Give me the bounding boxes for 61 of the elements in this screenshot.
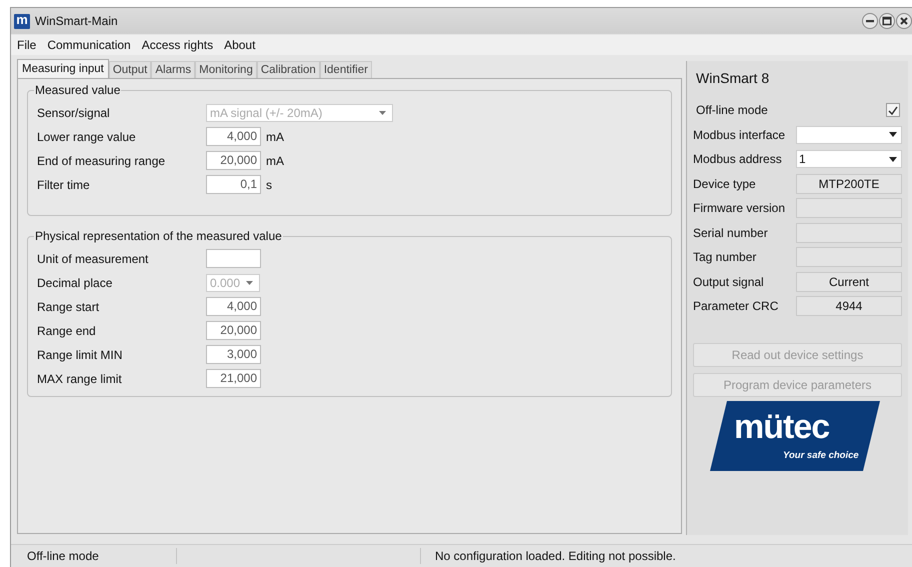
group-title: Measured value — [34, 83, 122, 97]
input-field[interactable] — [206, 249, 261, 268]
field-label: Range end — [37, 324, 97, 338]
tab[interactable]: Output — [108, 61, 152, 78]
field-label: Unit of measurement — [37, 252, 150, 266]
minimize-icon[interactable] — [862, 13, 878, 29]
tab[interactable]: Monitoring — [195, 61, 257, 78]
status-text: No configuration loaded. Editing not possible. — [435, 549, 676, 563]
panel-title: WinSmart 8 — [695, 69, 770, 88]
input-field[interactable]: 4,000 — [206, 297, 261, 316]
readout-field: 4944 — [796, 296, 902, 316]
input-field[interactable]: 20,000 — [206, 321, 261, 340]
input-field[interactable]: 21,000 — [206, 369, 261, 388]
input-field[interactable]: 4,000 — [206, 127, 261, 146]
caret-icon — [379, 110, 386, 114]
caret-icon — [889, 156, 897, 162]
status-text: Off-line mode — [27, 549, 99, 563]
dropdown[interactable]: 1 — [796, 150, 902, 168]
field-label: Device type — [693, 176, 757, 191]
field-label: Serial number — [693, 226, 769, 240]
tab[interactable]: Calibration — [256, 61, 320, 78]
field-label: MAX range limit — [37, 372, 123, 386]
field-label: Modbus address — [693, 152, 783, 166]
field-label: Sensor/signal — [37, 106, 111, 120]
close-icon[interactable] — [896, 13, 912, 29]
unit-label: mA — [266, 130, 284, 144]
input-field[interactable]: 0,1 — [206, 175, 261, 194]
logo-tagline: Your safe choice — [783, 450, 859, 460]
field-label: End of measuring range — [37, 154, 166, 168]
tab[interactable]: Alarms — [151, 61, 196, 78]
menu-item[interactable]: File — [17, 38, 36, 52]
tab[interactable]: Identifier — [320, 61, 372, 78]
tab[interactable]: Measuring input — [17, 59, 109, 78]
menu-item[interactable]: Access rights — [142, 38, 214, 52]
input-field[interactable]: 20,000 — [206, 151, 261, 170]
caret-icon — [246, 280, 253, 284]
field-label: Lower range value — [37, 130, 137, 144]
caret-icon — [889, 132, 897, 138]
field-label: Tag number — [693, 250, 758, 264]
field-label: Firmware version — [693, 201, 786, 216]
unit-label: mA — [266, 154, 284, 168]
field-label: Range limit MIN — [37, 348, 124, 362]
field-label: Filter time — [37, 178, 91, 192]
unit-label: s — [266, 178, 272, 192]
readout-field: MTP200TE — [796, 174, 902, 194]
window-title: WinSmart-Main — [35, 14, 118, 28]
input-field[interactable]: 3,000 — [206, 345, 261, 364]
field-label: Parameter CRC — [693, 299, 780, 314]
checkbox-label: Off-line mode — [696, 103, 769, 118]
field-label: Output signal — [693, 274, 765, 289]
maximize-icon[interactable] — [879, 13, 895, 29]
checkbox[interactable] — [886, 103, 900, 118]
field-label: Range start — [37, 300, 100, 314]
logo-text: mütec — [734, 408, 830, 446]
menu-item[interactable]: About — [224, 38, 256, 52]
app-icon: m — [14, 14, 30, 28]
field-label: Decimal place — [37, 276, 114, 290]
menu-item[interactable]: Communication — [47, 38, 131, 52]
group-title: Physical representation of the measured value — [34, 229, 283, 243]
readout-field: Current — [796, 272, 902, 292]
field-label: Modbus interface — [693, 128, 786, 142]
